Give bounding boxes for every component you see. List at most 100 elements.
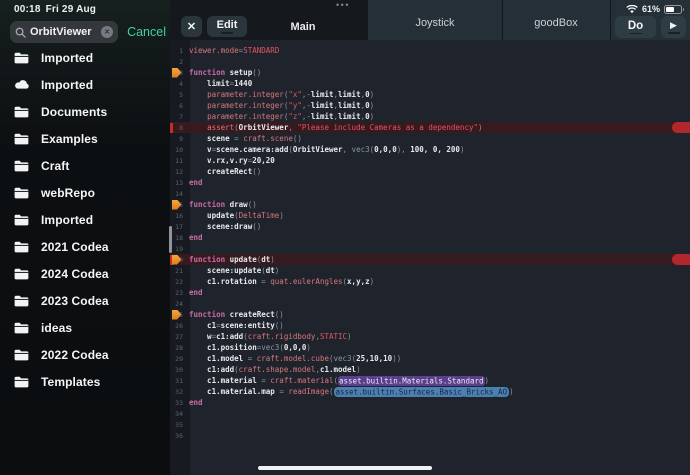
code-line-16[interactable]: 16 update(DeltaTime)	[170, 210, 690, 221]
folder-icon	[14, 375, 31, 388]
code-line-17[interactable]: 17 scene:draw()	[170, 221, 690, 232]
code-line-21[interactable]: 21 scene:update(dt)	[170, 265, 690, 276]
line-number: 30	[170, 366, 187, 374]
clear-search-button[interactable]: ✕	[101, 26, 113, 38]
line-number: 19	[170, 245, 187, 253]
code-text: parameter.integer("x",-limit,limit,0)	[189, 90, 374, 99]
code-line-29[interactable]: 29 c1.model = craft.model.cube(vec3(25,1…	[170, 353, 690, 364]
code-line-22[interactable]: 22 c1.rotation = quat.eulerAngles(x,y,z)	[170, 276, 690, 287]
line-number: 12	[170, 168, 187, 176]
line-number: 9	[170, 135, 187, 143]
sidebar-item-2021-codea[interactable]: 2021 Codea	[0, 233, 170, 260]
code-line-11[interactable]: 11 v.rx,v.ry=20,20	[170, 155, 690, 166]
search-icon	[15, 27, 26, 38]
code-line-26[interactable]: 26 c1=scene:entity()	[170, 320, 690, 331]
code-line-36[interactable]: 36	[170, 430, 690, 441]
error-marker[interactable]	[672, 254, 690, 265]
sidebar-item-label: 2021 Codea	[41, 240, 109, 254]
code-text: scene = craft.scene()	[189, 134, 302, 143]
sidebar-item-label: ideas	[41, 321, 72, 335]
code-line-35[interactable]: 35	[170, 419, 690, 430]
home-indicator[interactable]	[258, 466, 432, 471]
sidebar-item-imported[interactable]: Imported	[0, 44, 170, 71]
line-number: 35	[170, 421, 187, 429]
line-number: 32	[170, 388, 187, 396]
sidebar-item-label: webRepo	[41, 186, 95, 200]
code-line-2[interactable]: 2	[170, 56, 690, 67]
sidebar-item-2023-codea[interactable]: 2023 Codea	[0, 287, 170, 314]
cancel-search-button[interactable]: Cancel	[127, 25, 166, 39]
code-line-14[interactable]: 14	[170, 188, 690, 199]
error-marker[interactable]	[672, 122, 690, 133]
line-number: 36	[170, 432, 187, 440]
code-line-6[interactable]: 6 parameter.integer("y",-limit,limit,0)	[170, 100, 690, 111]
tab-goodbox[interactable]: goodBox	[502, 0, 610, 40]
code-line-33[interactable]: 33end	[170, 397, 690, 408]
code-line-12[interactable]: 12 createRect()	[170, 166, 690, 177]
sidebar-item-2022-codea[interactable]: 2022 Codea	[0, 341, 170, 368]
code-line-15[interactable]: 15function draw()	[170, 199, 690, 210]
sidebar-item-webrepo[interactable]: webRepo	[0, 179, 170, 206]
cloud-icon	[14, 78, 31, 91]
code-line-31[interactable]: 31 c1.material = craft.material(asset.bu…	[170, 375, 690, 386]
sidebar-item-imported[interactable]: Imported	[0, 71, 170, 98]
sidebar-scrollbar[interactable]	[169, 226, 172, 253]
code-line-18[interactable]: 18end	[170, 232, 690, 243]
sidebar-item-label: Imported	[41, 51, 93, 65]
line-number: 21	[170, 267, 187, 275]
sidebar-item-templates[interactable]: Templates	[0, 368, 170, 395]
code-line-19[interactable]: 19	[170, 243, 690, 254]
code-line-8[interactable]: 8 assert(OrbitViewer, "Please include Ca…	[170, 122, 690, 133]
code-line-32[interactable]: 32 c1.material.map = readImage(asset.bui…	[170, 386, 690, 397]
sidebar-item-2024-codea[interactable]: 2024 Codea	[0, 260, 170, 287]
sidebar-item-label: Examples	[41, 132, 98, 146]
folder-icon	[14, 105, 31, 118]
search-input[interactable]: OrbitViewer ✕	[10, 21, 118, 43]
error-bar-icon	[170, 123, 173, 133]
sidebar-item-label: 2022 Codea	[41, 348, 109, 362]
code-lines: 1viewer.mode=STANDARD23function setup()4…	[170, 45, 690, 441]
folder-icon	[14, 267, 31, 280]
code-line-30[interactable]: 30 c1:add(craft.shape.model,c1.model)	[170, 364, 690, 375]
code-text: update(DeltaTime)	[189, 211, 284, 220]
code-line-23[interactable]: 23end	[170, 287, 690, 298]
code-line-28[interactable]: 28 c1.position=vec3(0,0,0)	[170, 342, 690, 353]
sidebar-item-craft[interactable]: Craft	[0, 152, 170, 179]
code-line-25[interactable]: 25function createRect()	[170, 309, 690, 320]
code-text: c1.model = craft.model.cube(vec3(25,10,1…	[189, 354, 401, 363]
code-area[interactable]: 1viewer.mode=STANDARD23function setup()4…	[170, 40, 690, 475]
code-line-24[interactable]: 24	[170, 298, 690, 309]
code-text: c1.position=vec3(0,0,0)	[189, 343, 311, 352]
sidebar-item-imported[interactable]: Imported	[0, 206, 170, 233]
line-number: 4	[170, 80, 187, 88]
run-button[interactable]: ▶	[661, 16, 686, 38]
code-line-27[interactable]: 27 w=c1:add(craft.rigidbody,STATIC)	[170, 331, 690, 342]
tab-more-icon[interactable]: •••	[323, 0, 363, 10]
status-date: Fri 29 Aug	[46, 4, 97, 15]
tab-joystick[interactable]: Joystick	[368, 0, 502, 40]
line-number: 14	[170, 190, 187, 198]
line-number: 26	[170, 322, 187, 330]
code-line-34[interactable]: 34	[170, 408, 690, 419]
line-number: 18	[170, 234, 187, 242]
code-line-10[interactable]: 10 v=scene.camera:add(OrbitViewer, vec3(…	[170, 144, 690, 155]
status-time-date: 00:18Fri 29 Aug	[14, 4, 96, 15]
code-line-1[interactable]: 1viewer.mode=STANDARD	[170, 45, 690, 56]
sidebar-item-examples[interactable]: Examples	[0, 125, 170, 152]
code-line-20[interactable]: 20function update(dt)	[170, 254, 690, 265]
code-line-5[interactable]: 5 parameter.integer("x",-limit,limit,0)	[170, 89, 690, 100]
code-line-3[interactable]: 3function setup()	[170, 67, 690, 78]
line-number: 7	[170, 113, 187, 121]
line-number: 24	[170, 300, 187, 308]
close-project-button[interactable]: ✕	[181, 16, 202, 37]
do-button[interactable]: Do	[615, 16, 656, 38]
sidebar-item-ideas[interactable]: ideas	[0, 314, 170, 341]
edit-button[interactable]: Edit	[207, 16, 247, 37]
folder-icon	[14, 321, 31, 334]
code-line-4[interactable]: 4 limit=1440	[170, 78, 690, 89]
code-line-7[interactable]: 7 parameter.integer("z",-limit,limit,0)	[170, 111, 690, 122]
sidebar-item-documents[interactable]: Documents	[0, 98, 170, 125]
code-line-9[interactable]: 9 scene = craft.scene()	[170, 133, 690, 144]
tab-main[interactable]: Main	[263, 21, 343, 33]
code-line-13[interactable]: 13end	[170, 177, 690, 188]
